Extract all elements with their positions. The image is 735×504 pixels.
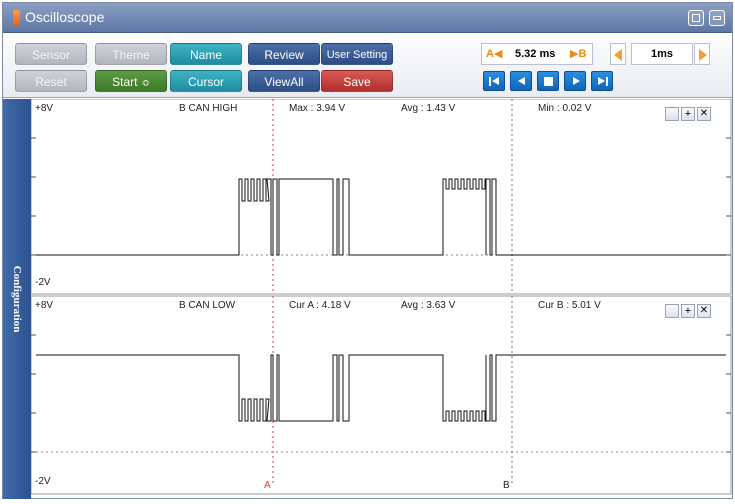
channel-2-stat-cur-b: Cur B : 5.01 V — [538, 300, 601, 311]
toolbar: Sensor Theme Name Review User Setting Re… — [3, 34, 732, 98]
configuration-tab[interactable]: Configuration — [3, 99, 31, 499]
channel-1-bottom-label: -2V — [35, 277, 51, 288]
cursor-b-marker: ▶B — [570, 48, 587, 60]
app-icon — [13, 10, 20, 26]
skip-back-icon[interactable] — [483, 71, 505, 91]
step-back-icon[interactable] — [510, 71, 532, 91]
cursor-a-label: A — [264, 480, 271, 491]
channel-2-zoom-icon[interactable]: + — [681, 304, 695, 318]
channel-2-checkbox[interactable] — [665, 304, 679, 318]
channel-1-stat-min: Min : 0.02 V — [538, 103, 592, 114]
channel-2-top-label: +8V — [35, 300, 53, 311]
timebase-increase-icon[interactable] — [694, 43, 710, 65]
start-button[interactable]: Start ≎ — [95, 70, 167, 92]
maximize-icon[interactable] — [709, 10, 725, 26]
channel-2-panel — [30, 295, 732, 495]
start-button-label: Start — [112, 75, 138, 89]
channel-2-stat-cur-a: Cur A : 4.18 V — [289, 300, 351, 311]
sensor-button[interactable]: Sensor — [15, 43, 87, 65]
stop-icon[interactable] — [537, 71, 559, 91]
cursor-delta-value: 5.32 ms — [515, 48, 556, 60]
channel-1-close-icon[interactable]: ✕ — [697, 107, 711, 121]
skip-forward-icon[interactable] — [591, 71, 613, 91]
timebase-decrease-icon[interactable] — [610, 43, 626, 65]
channel-1-stat-avg: Avg : 1.43 V — [401, 103, 456, 114]
window-title: Oscilloscope — [25, 9, 105, 25]
theme-button[interactable]: Theme — [95, 43, 167, 65]
user-setting-button[interactable]: User Setting — [321, 43, 393, 65]
waveform-svg: +8V -2V B CAN HIGH Max : 3.94 V Avg : 1.… — [30, 98, 732, 495]
save-button[interactable]: Save — [321, 70, 393, 92]
oscilloscope-window: Oscilloscope Sensor Theme Name Review Us… — [2, 2, 733, 499]
reset-button[interactable]: Reset — [15, 70, 87, 92]
cursor-delta-display: A◀ 5.32 ms ▶B — [481, 43, 593, 65]
channel-2-name: B CAN LOW — [179, 300, 236, 311]
review-button[interactable]: Review — [248, 43, 320, 65]
viewall-button[interactable]: ViewAll — [248, 70, 320, 92]
cursor-b-label: B — [503, 480, 510, 491]
title-bar: Oscilloscope — [3, 3, 732, 33]
channel-1-panel — [30, 98, 732, 295]
channel-2-close-icon[interactable]: ✕ — [697, 304, 711, 318]
channel-1-name: B CAN HIGH — [179, 103, 237, 114]
channel-1-stat-max: Max : 3.94 V — [289, 103, 345, 114]
name-button[interactable]: Name — [170, 43, 242, 65]
cursor-button[interactable]: Cursor — [170, 70, 242, 92]
play-icon[interactable] — [564, 71, 586, 91]
restore-icon[interactable] — [688, 10, 704, 26]
channel-1-checkbox[interactable] — [665, 107, 679, 121]
channel-2-bottom-label: -2V — [35, 476, 51, 487]
channel-1-zoom-icon[interactable]: + — [681, 107, 695, 121]
plot-area: +8V -2V B CAN HIGH Max : 3.94 V Avg : 1.… — [30, 98, 732, 499]
spin-icon: ≎ — [141, 78, 150, 89]
channel-1-top-label: +8V — [35, 103, 53, 114]
cursor-a-marker: A◀ — [486, 48, 503, 60]
configuration-label: Configuration — [11, 265, 23, 333]
timebase-value: 1ms — [631, 43, 693, 65]
channel-2-stat-avg: Avg : 3.63 V — [401, 300, 456, 311]
